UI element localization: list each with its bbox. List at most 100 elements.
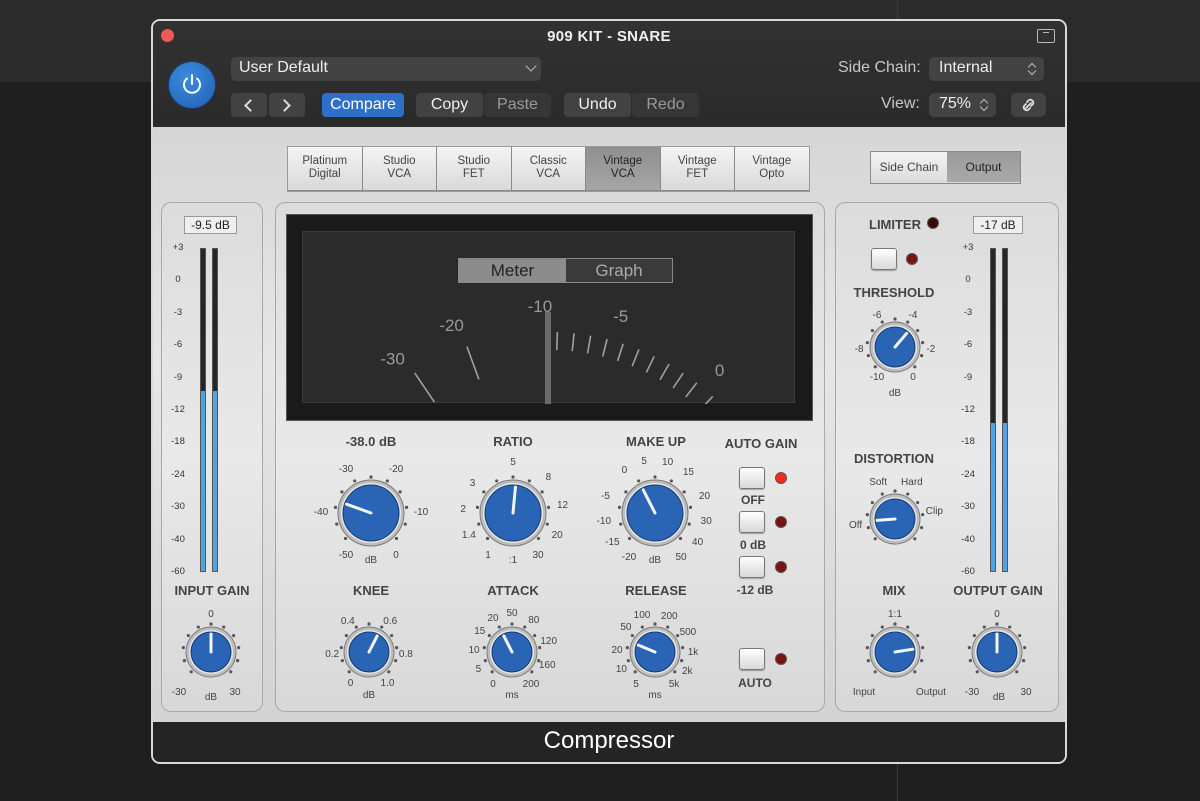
output-gain-max: 30 <box>1020 687 1032 698</box>
tab-model-vintage-fet[interactable]: Vintage FET <box>660 147 734 190</box>
meter-scale-tick: -9 <box>173 371 183 383</box>
limiter-switch[interactable] <box>871 248 897 270</box>
link-button[interactable] <box>1011 93 1046 117</box>
tab-graph[interactable]: Graph <box>566 259 672 282</box>
attack-knob[interactable] <box>482 622 542 678</box>
tab-model-platinum-digital[interactable]: Platinum Digital <box>288 147 362 190</box>
distortion-knob[interactable] <box>865 489 925 545</box>
model-tab-label-line2: VCA <box>387 168 412 180</box>
view-zoom-select[interactable]: 75% <box>929 93 996 117</box>
knob-scale-label: 160 <box>538 660 556 672</box>
knob-scale-label: Soft <box>869 476 887 488</box>
make-up-knob[interactable] <box>617 475 693 547</box>
undo-button[interactable]: Undo <box>564 93 631 117</box>
tab-model-classic-vca[interactable]: Classic VCA <box>511 147 585 190</box>
tab-model-vintage-opto[interactable]: Vintage Opto <box>735 147 809 190</box>
input-meter-fill <box>201 390 205 571</box>
auto-release-switch[interactable] <box>739 648 765 670</box>
bypass-power-button[interactable] <box>169 62 215 108</box>
knob-scale-label: 0.6 <box>383 615 398 627</box>
tab-output[interactable]: Output <box>947 152 1020 182</box>
auto-gain-off-switch[interactable] <box>739 467 765 489</box>
side-chain-value: Internal <box>939 59 993 76</box>
knob-scale-label: 0.4 <box>340 615 355 627</box>
output-meter-right <box>1002 248 1008 572</box>
preset-name: User Default <box>239 59 328 76</box>
meter-scale-tick: -12 <box>961 404 975 415</box>
output-gain-knob[interactable] <box>967 622 1027 678</box>
knob-scale-label: 0 <box>393 550 399 562</box>
knob-scale-label: 30 <box>700 516 712 528</box>
compare-button[interactable]: Compare <box>322 93 404 117</box>
meter-scale-tick: -24 <box>171 468 185 480</box>
tab-side-chain[interactable]: Side Chain <box>871 152 947 182</box>
mix-label: MIX <box>882 583 906 598</box>
mix-output-label: Output <box>915 687 947 698</box>
knob-scale-label: 1k <box>687 647 699 659</box>
redo-button[interactable]: Redo <box>632 93 699 117</box>
model-tab-label-line2: VCA <box>536 168 561 180</box>
knob-graphic <box>475 475 551 547</box>
paste-button[interactable]: Paste <box>484 93 551 117</box>
knob-scale-label: -5 <box>601 490 610 502</box>
knob-scale-label: 0 <box>490 678 496 690</box>
output-gain-mid: 0 <box>994 609 1000 620</box>
updown-chevron-icon <box>1028 61 1036 77</box>
meter-tick <box>672 372 684 389</box>
meter-scale-tick: +3 <box>172 242 184 253</box>
knob-scale-label: -10 <box>413 507 429 518</box>
copy-button[interactable]: Copy <box>416 93 483 117</box>
view-label: View: <box>881 95 920 112</box>
threshold-knob[interactable] <box>333 475 409 547</box>
meter-needle <box>545 312 551 404</box>
knob-graphic <box>339 622 399 678</box>
view-zoom-value: 75% <box>939 95 972 112</box>
knob-scale-label: 15 <box>474 625 486 637</box>
tab-model-studio-vca[interactable]: Studio VCA <box>362 147 436 190</box>
auto-gain-0db-switch[interactable] <box>739 511 765 533</box>
input-gain-mid: 0 <box>208 609 214 620</box>
tab-model-vintage-vca[interactable]: Vintage VCA <box>586 147 660 190</box>
input-meter-fill <box>213 390 217 571</box>
meter-tick <box>704 395 714 404</box>
knob-scale-label: -20 <box>621 552 637 564</box>
knob-graphic <box>181 622 241 678</box>
preset-menu[interactable]: User Default <box>231 57 541 81</box>
meter-graph-toggle: Meter Graph <box>458 258 673 283</box>
output-meter-left <box>990 248 996 572</box>
meter-scale-tick: -12 <box>171 404 185 415</box>
knob-scale-label: 1 <box>485 550 491 562</box>
side-chain-select[interactable]: Internal <box>929 57 1044 81</box>
power-icon <box>183 74 201 94</box>
float-window-icon[interactable] <box>1037 29 1055 43</box>
meter-scale-tick: -40 <box>961 533 975 545</box>
knob-scale-label: 8 <box>545 471 552 483</box>
limiter-threshold-knob[interactable] <box>865 317 925 373</box>
knob-scale-label: -10 <box>596 516 611 528</box>
knob-scale-label: 12 <box>556 500 569 512</box>
tab-model-studio-fet[interactable]: Studio FET <box>437 147 511 190</box>
tab-meter[interactable]: Meter <box>459 259 566 282</box>
knob-scale-label: 0.2 <box>325 649 340 661</box>
previous-preset-button[interactable] <box>231 93 267 117</box>
meter-scale-tick: -60 <box>171 566 185 577</box>
view-mode-tabs: Side Chain Output <box>870 151 1021 184</box>
ratio-knob[interactable] <box>475 475 551 547</box>
input-gain-knob[interactable] <box>181 622 241 678</box>
meter-scale-label: 0 <box>715 361 724 380</box>
input-gain-max: 30 <box>229 687 241 698</box>
knob-scale-label: Hard <box>901 476 923 488</box>
knob-scale-label: 1.0 <box>380 678 395 690</box>
model-tab-label-line1: Vintage <box>603 155 643 167</box>
knee-knob[interactable] <box>339 622 399 678</box>
next-preset-button[interactable] <box>269 93 305 117</box>
auto-release-led <box>775 653 787 665</box>
auto-gain-minus12-switch[interactable] <box>739 556 765 578</box>
meter-scale-tick: -3 <box>963 306 973 318</box>
input-meter-left <box>200 248 206 572</box>
knob-scale-label: 50 <box>620 621 632 633</box>
mix-knob[interactable] <box>865 622 925 678</box>
knob-unit-label: :1 <box>508 555 518 566</box>
meter-face: -50-30-20-10-50 Meter Graph <box>302 231 795 404</box>
auto-gain-off-led <box>775 472 787 484</box>
